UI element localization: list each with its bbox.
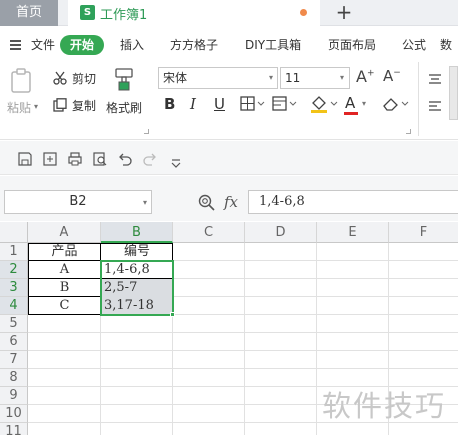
cell-a1[interactable]: 产品 (29, 243, 100, 261)
zoom-icon[interactable] (198, 194, 215, 215)
cell-b2[interactable]: 1,4-6,8 (104, 261, 150, 279)
format-painter-icon[interactable] (114, 68, 134, 96)
cell-b4[interactable]: 3,17-18 (104, 297, 154, 315)
menu-page-layout[interactable]: 页面布局 (328, 36, 376, 53)
row-header-2[interactable]: 2 (0, 261, 28, 279)
font-color-swatch (344, 112, 358, 115)
menu-insert[interactable]: 插入 (120, 36, 144, 53)
menu-diy-toolbox[interactable]: DIY工具箱 (245, 36, 301, 53)
copy-button[interactable]: 复制 (72, 97, 96, 114)
align-left-icon[interactable] (428, 97, 442, 116)
menu-icon[interactable] (10, 40, 21, 52)
cell-style-icon[interactable] (272, 96, 298, 116)
underline-button[interactable]: U (214, 95, 225, 113)
row-header-1[interactable]: 1 (0, 243, 28, 261)
bold-button[interactable]: B (164, 95, 175, 113)
column-header-b[interactable]: B (101, 222, 173, 243)
column-header-f[interactable]: F (389, 222, 458, 243)
column-header-c[interactable]: C (173, 222, 245, 243)
menu-home-active[interactable]: 开始 (60, 35, 104, 55)
font-color-button[interactable]: A (345, 94, 355, 112)
undo-icon[interactable] (118, 151, 132, 166)
print-preview-icon[interactable] (93, 151, 107, 166)
fill-color-icon[interactable] (309, 95, 339, 117)
new-tab-button[interactable]: + (333, 0, 355, 26)
font-group-launcher[interactable] (406, 129, 411, 134)
cell-a4[interactable]: C (29, 297, 100, 315)
row-header-9[interactable]: 9 (0, 387, 28, 405)
cell-b1[interactable]: 编号 (101, 243, 173, 261)
format-painter-button[interactable]: 格式刷 (106, 99, 142, 116)
menu-fangfang[interactable]: 方方格子 (170, 36, 218, 53)
cell-b3[interactable]: 2,5-7 (104, 279, 137, 297)
redo-icon[interactable] (143, 151, 157, 166)
row-header-8[interactable]: 8 (0, 369, 28, 387)
font-name-select[interactable]: 宋体 (158, 67, 278, 89)
save-as-icon[interactable] (43, 151, 57, 166)
ribbon-divider (418, 62, 419, 136)
shrink-font-button[interactable]: A− (383, 67, 401, 85)
border-icon[interactable] (240, 96, 266, 116)
tab-workbook-title: 工作簿1 (100, 8, 148, 23)
cell-a2[interactable]: A (29, 261, 100, 279)
watermark-text: 软件技巧 (322, 389, 447, 423)
paste-label[interactable]: 粘贴 (7, 99, 31, 116)
font-color-letter: A (345, 94, 356, 112)
tab-home[interactable]: 首页 (0, 0, 58, 26)
fx-button[interactable]: fx (224, 193, 238, 211)
formula-input[interactable]: 1,4-6,8 (248, 190, 458, 214)
column-header-e[interactable]: E (317, 222, 389, 243)
cell-a3[interactable]: B (29, 279, 100, 297)
menu-formulas[interactable]: 公式 (402, 36, 426, 53)
row-header-3[interactable]: 3 (0, 279, 28, 297)
print-icon[interactable] (68, 151, 82, 166)
row-header-7[interactable]: 7 (0, 351, 28, 369)
paste-caret-icon[interactable]: ▾ (34, 102, 38, 111)
font-name-value: 宋体 (163, 71, 188, 85)
name-box[interactable]: B2 (4, 190, 152, 214)
menu-file[interactable]: 文件 (31, 36, 55, 53)
row-header-4[interactable]: 4 (0, 297, 28, 315)
scissors-icon[interactable] (53, 70, 67, 89)
formula-value: 1,4-6,8 (259, 194, 305, 209)
eraser-icon[interactable] (382, 96, 410, 116)
grow-font-button[interactable]: A+ (356, 67, 375, 86)
unsaved-dot-icon (300, 9, 307, 16)
fill-handle[interactable] (170, 312, 175, 317)
chevron-down-icon[interactable]: ▾ (340, 73, 344, 82)
row-header-10[interactable]: 10 (0, 405, 28, 423)
chevron-down-icon[interactable]: ▾ (362, 99, 366, 108)
customize-toolbar-icon[interactable] (170, 154, 184, 168)
select-all-corner[interactable] (0, 222, 28, 243)
menu-data[interactable]: 数 (440, 36, 452, 53)
column-header-d[interactable]: D (245, 222, 317, 243)
font-size-value: 11 (285, 71, 301, 85)
name-box-value: B2 (69, 194, 87, 209)
chevron-down-icon[interactable]: ▾ (143, 198, 147, 207)
row-header-5[interactable]: 5 (0, 315, 28, 333)
paste-icon[interactable] (10, 68, 34, 98)
italic-button[interactable]: I (190, 95, 196, 113)
row-header-6[interactable]: 6 (0, 333, 28, 351)
clipboard-group-launcher[interactable] (144, 129, 149, 134)
save-icon[interactable] (18, 151, 32, 166)
cut-button[interactable]: 剪切 (72, 70, 96, 87)
ribbon-scroll[interactable] (449, 66, 458, 120)
align-top-icon[interactable] (428, 70, 442, 89)
copy-icon[interactable] (53, 97, 67, 116)
chevron-down-icon[interactable]: ▾ (269, 73, 273, 82)
spreadsheet-icon: S (80, 5, 95, 20)
row-header-11[interactable]: 11 (0, 423, 28, 435)
column-header-a[interactable]: A (28, 222, 101, 243)
